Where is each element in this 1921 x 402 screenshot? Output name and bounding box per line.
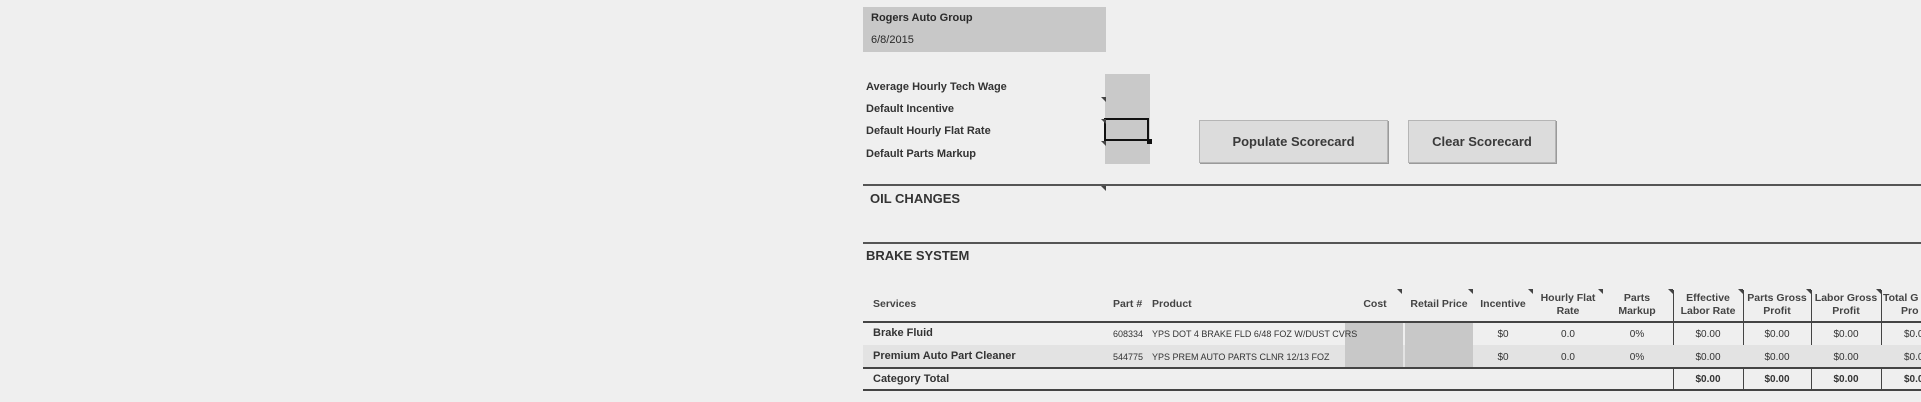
col-header-pgp-line1: Parts Gross: [1747, 292, 1807, 304]
col-header-lgp-line1: Labor Gross: [1814, 292, 1878, 304]
incentive-value: $0: [1497, 352, 1509, 363]
category-total-label: Category Total: [873, 373, 950, 385]
incentive-value: $0: [1497, 329, 1509, 340]
total-labor-gross-profit: $0.00: [1833, 374, 1859, 385]
retail-price-input-cell[interactable]: [1405, 323, 1473, 345]
col-header-product: Product: [1152, 298, 1192, 310]
clear-scorecard-button[interactable]: Clear Scorecard: [1408, 120, 1556, 163]
comment-indicator-icon: [1397, 289, 1402, 294]
populate-scorecard-button[interactable]: Populate Scorecard: [1199, 120, 1388, 163]
col-header-flat-rate: Hourly Flat Rate: [1533, 292, 1603, 318]
col-header-labor-gross-profit: Labor Gross Profit: [1811, 292, 1881, 318]
col-header-elr-line2: Labor Rate: [1680, 305, 1736, 317]
markup-label: Default Parts Markup: [866, 148, 977, 160]
incentive-label: Default Incentive: [866, 103, 955, 115]
markup-value: 0%: [1629, 352, 1645, 363]
col-header-incentive: Incentive: [1480, 298, 1526, 310]
col-header-flat-rate-line1: Hourly Flat: [1540, 292, 1596, 304]
table-bottom-rule: [863, 389, 1921, 391]
markup-value: 0%: [1629, 329, 1645, 340]
parts-gross-profit-value: $0.00: [1764, 329, 1790, 340]
total-gross-profit-value: $0.0: [1904, 352, 1921, 363]
comment-indicator-icon: [1101, 141, 1106, 146]
col-header-total-gross-profit: Total G Pro: [1883, 292, 1921, 318]
markup-input[interactable]: [1105, 141, 1150, 164]
category-total-rule: [863, 367, 1921, 369]
col-header-markup-line1: Parts: [1623, 292, 1651, 304]
col-header-flat-rate-line2: Rate: [1556, 305, 1580, 317]
col-header-cost: Cost: [1363, 298, 1387, 310]
col-header-lgp-line2: Profit: [1832, 305, 1860, 317]
part-number: 608334: [1113, 329, 1144, 339]
company-name-cell[interactable]: Rogers Auto Group: [863, 7, 1106, 29]
report-date: 6/8/2015: [871, 34, 914, 46]
oil-section-divider: [863, 184, 1921, 186]
flat-rate-value: 0.0: [1561, 329, 1575, 340]
col-header-markup-line2: Markup: [1618, 305, 1656, 317]
service-name: Brake Fluid: [873, 327, 933, 339]
incentive-input[interactable]: [1105, 96, 1150, 118]
col-header-markup: Parts Markup: [1603, 292, 1671, 318]
effective-labor-rate-value: $0.00: [1695, 329, 1721, 340]
part-number: 544775: [1113, 352, 1144, 362]
total-gross-profit-value: $0.0: [1904, 329, 1921, 340]
parts-gross-profit-value: $0.00: [1764, 352, 1790, 363]
col-header-tgp-line2: Pro: [1901, 305, 1919, 317]
col-header-tgp-line1: Total G: [1883, 292, 1919, 304]
brake-section-divider: [863, 242, 1921, 244]
col-header-elr-line1: Effective: [1686, 292, 1730, 304]
col-header-services: Services: [873, 298, 917, 310]
col-header-effective-labor-rate: Effective Labor Rate: [1673, 292, 1743, 318]
flat-rate-label: Default Hourly Flat Rate: [866, 125, 991, 137]
total-parts-gross-profit: $0.00: [1764, 374, 1790, 385]
comment-indicator-icon: [1101, 97, 1106, 102]
oil-changes-heading: OIL CHANGES: [870, 191, 961, 206]
product-name: YPS PREM AUTO PARTS CLNR 12/13 FOZ: [1152, 352, 1330, 362]
comment-indicator-icon: [1598, 289, 1603, 294]
total-total-gross-profit: $0.0: [1904, 374, 1921, 385]
cost-input-cell[interactable]: [1345, 345, 1403, 367]
labor-gross-profit-value: $0.00: [1833, 329, 1859, 340]
product-name: YPS DOT 4 BRAKE FLD 6/48 FOZ W/DUST CVRS: [1152, 329, 1358, 339]
col-header-parts-gross-profit: Parts Gross Profit: [1743, 292, 1811, 318]
wage-input[interactable]: [1105, 74, 1150, 96]
comment-indicator-icon: [1468, 289, 1473, 294]
comment-indicator-icon: [1101, 119, 1106, 124]
retail-price-input-cell[interactable]: [1405, 345, 1473, 367]
wage-label: Average Hourly Tech Wage: [866, 81, 1007, 93]
fill-handle[interactable]: [1147, 139, 1152, 144]
date-cell[interactable]: 6/8/2015: [863, 29, 1106, 52]
col-header-retail: Retail Price: [1410, 298, 1468, 310]
company-name: Rogers Auto Group: [871, 12, 973, 24]
comment-indicator-icon: [1101, 186, 1106, 191]
service-name: Premium Auto Part Cleaner: [873, 350, 1016, 362]
comment-indicator-icon: [1528, 289, 1533, 294]
col-header-pgp-line2: Profit: [1763, 305, 1791, 317]
brake-system-heading: BRAKE SYSTEM: [866, 248, 970, 263]
labor-gross-profit-value: $0.00: [1833, 352, 1859, 363]
selected-cell-border[interactable]: [1104, 118, 1149, 141]
effective-labor-rate-value: $0.00: [1695, 352, 1721, 363]
col-header-part: Part #: [1113, 298, 1143, 310]
flat-rate-value: 0.0: [1561, 352, 1575, 363]
total-effective-labor-rate: $0.00: [1695, 374, 1721, 385]
